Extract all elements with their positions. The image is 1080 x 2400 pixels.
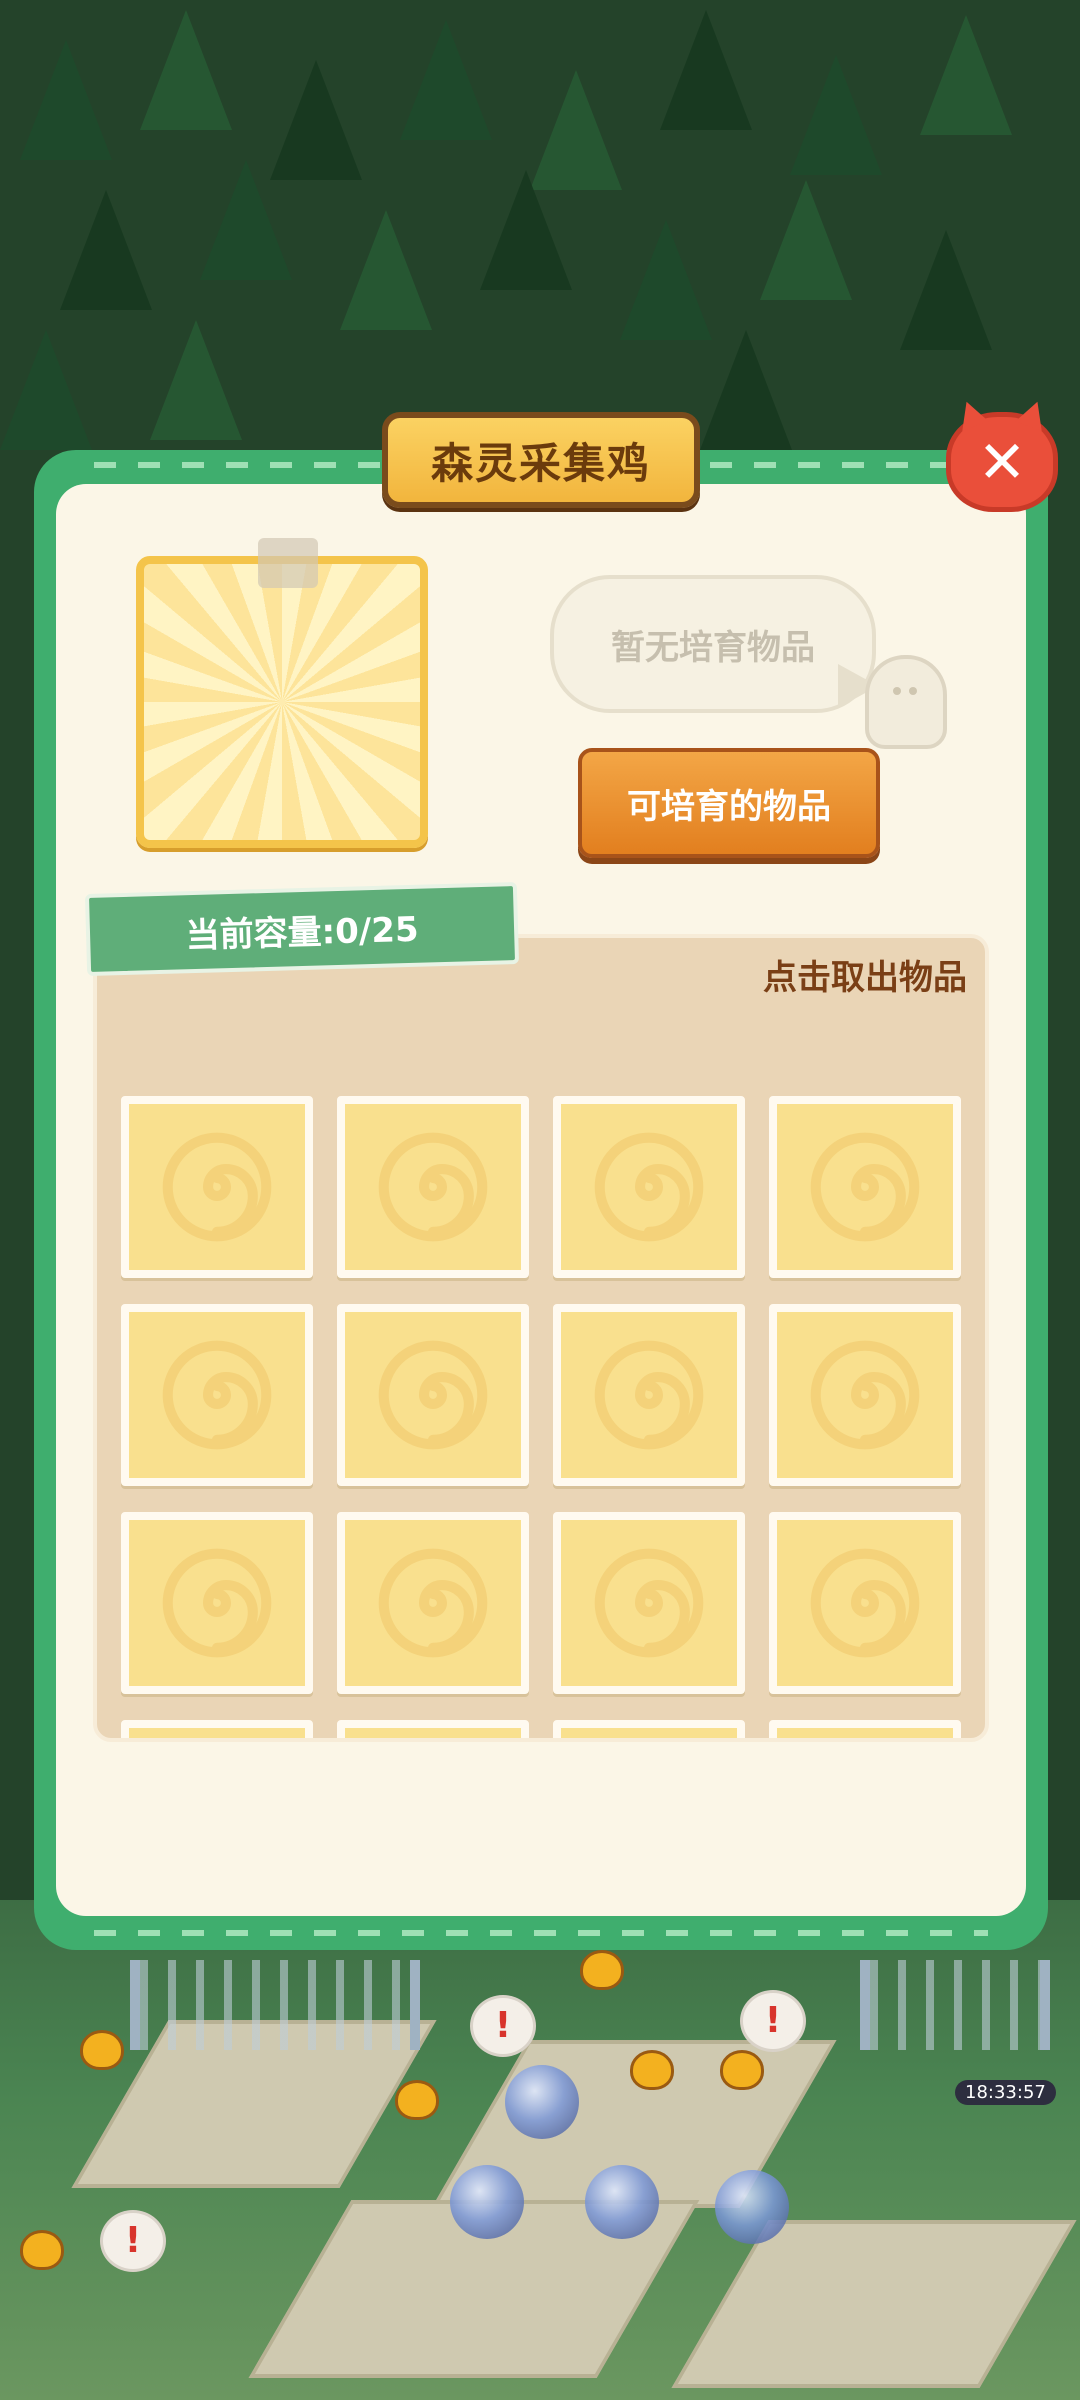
storage-slot[interactable] [121,1720,313,1738]
pine-tree [0,330,92,450]
close-icon: ✕ [977,428,1027,496]
storage-slot[interactable] [769,1512,961,1694]
pine-tree [900,230,992,350]
storage-slot[interactable] [337,1720,529,1738]
speech-bubble: 暂无培育物品 [550,575,876,713]
pine-tree [400,20,492,140]
mascot-eye [909,687,917,695]
swirl-icon [162,1340,272,1450]
pine-tree [760,180,852,300]
capacity-label: 当前容量:0/25 [84,881,520,977]
fence [860,1960,1050,2050]
storage-slot[interactable] [553,1304,745,1486]
pine-tree [660,10,752,130]
exclamation-alert-icon[interactable]: ! [470,1995,536,2057]
pine-tree [790,55,882,175]
pine-tree [340,210,432,330]
resource-bubble[interactable] [505,2065,579,2139]
swirl-icon [162,1548,272,1658]
pine-tree [700,330,792,450]
exclamation-alert-icon[interactable]: ! [740,1990,806,2052]
chicken[interactable] [580,1950,624,1990]
swirl-icon [162,1132,272,1242]
chicken[interactable] [395,2080,439,2120]
storage-slot[interactable] [337,1304,529,1486]
pine-tree [480,170,572,290]
chicken[interactable] [720,2050,764,2090]
swirl-icon [810,1132,920,1242]
frame-stitch-bottom [94,1930,988,1936]
chicken[interactable] [80,2030,124,2070]
storage-slot[interactable] [337,1096,529,1278]
storage-slot[interactable] [769,1720,961,1738]
fence [130,1960,420,2050]
swirl-icon [378,1132,488,1242]
swirl-icon [594,1340,704,1450]
pine-tree [620,220,712,340]
take-out-hint: 点击取出物品 [763,958,967,998]
pine-tree [200,160,292,280]
storage-slot[interactable] [769,1096,961,1278]
pine-tree [20,40,112,160]
storage-slot[interactable] [337,1512,529,1694]
breedable-items-button[interactable]: 可培育的物品 [578,748,880,858]
production-timer: 18:33:57 [955,2080,1056,2105]
swirl-icon [810,1548,920,1658]
resource-bubble[interactable] [585,2165,659,2239]
storage-slot[interactable] [121,1304,313,1486]
storage-slot[interactable] [553,1096,745,1278]
resource-bubble[interactable] [715,2170,789,2244]
pine-tree [920,15,1012,135]
preview-tag [258,538,318,588]
mascot-icon [865,655,947,749]
swirl-icon [378,1340,488,1450]
swirl-icon [810,1340,920,1450]
storage-slot[interactable] [553,1512,745,1694]
exclamation-alert-icon[interactable]: ! [100,2210,166,2272]
resource-bubble[interactable] [450,2165,524,2239]
storage-grid [121,1096,961,1738]
chicken[interactable] [20,2230,64,2270]
pine-tree [140,10,232,130]
storage-slot[interactable] [121,1096,313,1278]
storage-slot[interactable] [769,1304,961,1486]
chicken[interactable] [630,2050,674,2090]
close-button[interactable]: ✕ [946,412,1058,512]
storage-slot[interactable] [121,1512,313,1694]
breeding-preview-card[interactable] [136,556,428,848]
swirl-icon [594,1132,704,1242]
pine-tree [60,190,152,310]
swirl-icon [594,1548,704,1658]
swirl-icon [378,1548,488,1658]
storage-panel: 点击取出物品 [93,934,989,1742]
storage-slot[interactable] [553,1720,745,1738]
mascot-eye [893,687,901,695]
dialog-title: 森灵采集鸡 [382,412,700,508]
pine-tree [150,320,242,440]
